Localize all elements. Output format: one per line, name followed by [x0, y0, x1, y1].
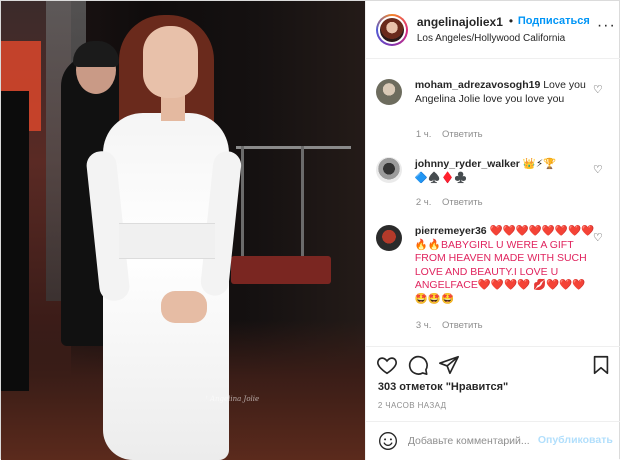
comment-like-heart-icon[interactable]: ♡ — [593, 83, 603, 96]
post-header: angelinajoliex1 • Подписаться Los Angele… — [365, 1, 620, 59]
comment-icon[interactable] — [407, 354, 429, 376]
post-time[interactable]: 2 ЧАСОВ НАЗАД — [378, 401, 447, 410]
commenter-username[interactable]: moham_adrezavosogh19 — [415, 79, 540, 91]
post-photo[interactable]: ᵗ Angelina Jolie — [1, 1, 365, 460]
photo-subject-hands — [161, 291, 207, 323]
heart-icon[interactable] — [376, 354, 398, 376]
publish-button[interactable]: Опубликовать — [538, 434, 613, 446]
post-actions-bar — [365, 346, 620, 380]
commenter-avatar[interactable] — [375, 157, 402, 183]
author-avatar[interactable] — [375, 14, 408, 46]
photo-watermark: ᵗ Angelina Jolie — [206, 395, 260, 403]
photo-background-figure — [1, 91, 29, 391]
comment-input[interactable] — [407, 431, 536, 451]
commenter-avatar[interactable] — [375, 79, 402, 105]
post-location[interactable]: Los Angeles/Hollywood California — [417, 33, 565, 44]
reply-button[interactable]: Ответить — [442, 197, 483, 208]
author-username[interactable]: angelinajoliex1 — [417, 15, 503, 29]
comment-time: 1 ч. — [415, 129, 432, 140]
commenter-avatar[interactable] — [375, 225, 402, 251]
instagram-post: ᵗ Angelina Jolie angelinajoliex1 • Подпи… — [0, 0, 620, 460]
photo-subject-belt — [119, 223, 215, 259]
photo-bench — [231, 256, 331, 284]
reply-button[interactable]: Ответить — [442, 129, 483, 140]
more-options-icon[interactable]: ··· — [597, 17, 616, 35]
comment-meta: 1 ч. Ответить — [416, 129, 483, 140]
add-comment-bar: Опубликовать — [365, 421, 620, 460]
commenter-username[interactable]: johnny_ryder_walker — [415, 158, 520, 170]
reply-button[interactable]: Ответить — [442, 320, 483, 331]
comment-text: pierremeyer36 ❤️❤️❤️❤️❤️❤️❤️❤️🔥🔥BABYGIRL… — [415, 225, 595, 306]
comment-like-heart-icon[interactable]: ♡ — [593, 231, 603, 244]
comment-text: johnny_ryder_walker 👑⚡🏆 🔷♠️♦️♣️ — [415, 157, 595, 185]
photo-railing — [236, 146, 351, 149]
bookmark-icon[interactable] — [590, 354, 612, 376]
follow-button[interactable]: Подписаться — [518, 15, 590, 27]
comment-meta: 2 ч. Ответить — [416, 197, 483, 208]
separator-dot: • — [508, 14, 514, 28]
comment-time: 3 ч. — [415, 320, 432, 331]
emoji-icon[interactable] — [378, 431, 398, 451]
comment-time: 2 ч. — [415, 197, 432, 208]
comment-like-heart-icon[interactable]: ♡ — [593, 163, 603, 176]
comment-meta: 3 ч. Ответить — [416, 320, 483, 331]
photo-subject-face — [143, 26, 198, 98]
commenter-username[interactable]: pierremeyer36 — [415, 225, 487, 237]
post-side-panel: angelinajoliex1 • Подписаться Los Angele… — [364, 1, 620, 460]
share-icon[interactable] — [438, 354, 460, 376]
photo-background-person-hair — [73, 41, 119, 67]
photo-railing-post — [241, 146, 244, 266]
comment-text: moham_adrezavosogh19 Love you Angelina J… — [415, 78, 595, 106]
photo-railing-post — [301, 146, 304, 266]
comments-list[interactable]: moham_adrezavosogh19 Love you Angelina J… — [366, 59, 620, 345]
likes-count[interactable]: 303 отметок "Нравится" — [378, 381, 508, 393]
